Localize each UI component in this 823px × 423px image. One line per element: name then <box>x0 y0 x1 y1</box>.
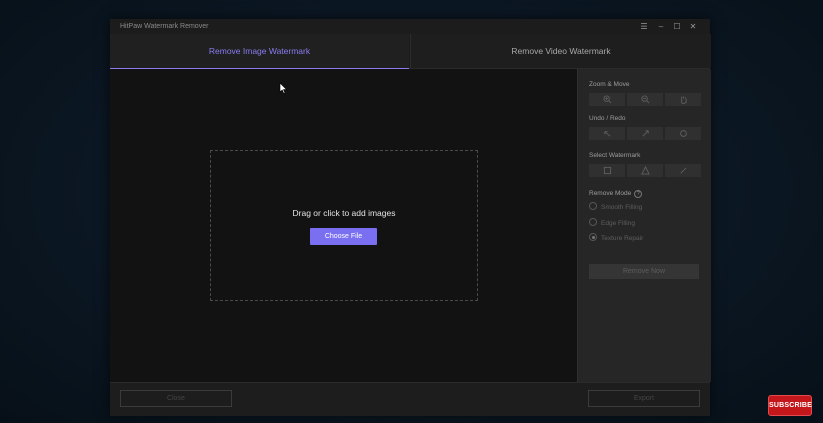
hand-icon[interactable] <box>665 93 701 106</box>
select-watermark-title: Select Watermark <box>589 152 641 159</box>
tools-panel: Zoom & Move Undo / Redo Select Watermark… <box>577 69 711 382</box>
app-window: HitPaw Watermark Remover ☰ – ☐ ✕ Remove … <box>110 19 711 416</box>
zoom-in-icon[interactable] <box>589 93 625 106</box>
radio-label: Edge Filling <box>601 220 635 227</box>
redo-icon[interactable] <box>627 127 663 140</box>
radio-smooth-filling[interactable]: Smooth Filling <box>589 202 643 213</box>
zoom-move-title: Zoom & Move <box>589 81 630 88</box>
drop-instructions: Drag or click to add images <box>292 208 396 218</box>
choose-file-button[interactable]: Choose File <box>310 228 377 245</box>
radio-edge-filling[interactable]: Edge Filling <box>589 218 635 229</box>
remove-now-button[interactable]: Remove Now <box>589 264 699 279</box>
zoom-out-icon[interactable] <box>627 93 663 106</box>
select-watermark-tools <box>589 164 701 177</box>
polygon-select-icon[interactable] <box>627 164 663 177</box>
zoom-move-tools <box>589 93 701 106</box>
brush-icon[interactable] <box>665 164 701 177</box>
help-icon[interactable]: ? <box>634 190 643 198</box>
menu-icon[interactable]: ☰ <box>638 19 650 34</box>
tab-remove-video-watermark[interactable]: Remove Video Watermark <box>410 34 711 68</box>
tab-remove-image-watermark[interactable]: Remove Image Watermark <box>110 34 409 69</box>
rectangle-select-icon[interactable] <box>589 164 625 177</box>
mode-tabs: Remove Image Watermark Remove Video Wate… <box>110 34 711 69</box>
remove-mode-label: Remove Mode <box>589 190 632 197</box>
drop-zone[interactable]: Drag or click to add images Choose File <box>210 150 478 301</box>
radio-texture-repair[interactable]: Texture Repair <box>589 233 644 244</box>
maximize-icon[interactable]: ☐ <box>671 19 683 34</box>
bottom-bar: Close Export <box>110 382 710 416</box>
window-title: HitPaw Watermark Remover <box>120 23 209 30</box>
remove-mode-title: Remove Mode? <box>589 190 643 198</box>
minimize-icon[interactable]: – <box>655 19 667 34</box>
radio-checked-icon <box>589 233 597 242</box>
undo-icon[interactable] <box>589 127 625 140</box>
mouse-cursor-icon <box>279 82 288 94</box>
subscribe-button[interactable]: SUBSCRIBE <box>768 395 812 416</box>
radio-icon <box>589 218 597 227</box>
radio-icon <box>589 202 597 211</box>
radio-label: Texture Repair <box>601 235 644 242</box>
undo-redo-title: Undo / Redo <box>589 115 626 122</box>
image-canvas: Drag or click to add images Choose File <box>110 69 577 382</box>
export-button[interactable]: Export <box>588 390 700 407</box>
close-icon[interactable]: ✕ <box>687 19 699 34</box>
radio-label: Smooth Filling <box>601 204 643 211</box>
close-button[interactable]: Close <box>120 390 232 407</box>
title-bar: HitPaw Watermark Remover ☰ – ☐ ✕ <box>110 19 710 34</box>
reset-icon[interactable] <box>665 127 701 140</box>
undo-redo-tools <box>589 127 701 140</box>
